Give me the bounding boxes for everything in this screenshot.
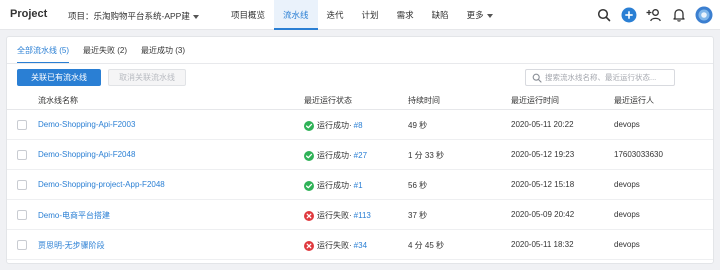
run-number-link[interactable]: #113 — [354, 211, 371, 220]
run-status: 运行失败· #113 — [304, 210, 371, 221]
status-text: 运行失败· — [317, 211, 352, 220]
success-check-icon — [304, 150, 314, 161]
tab-recent-failed[interactable]: 最近失败 (2) — [83, 42, 127, 62]
tab-recent-success[interactable]: 最近成功 (3) — [141, 42, 185, 62]
pipeline-tabs: 全部流水线 (5) 最近失败 (2) 最近成功 (3) — [17, 42, 199, 64]
table-row[interactable]: Demo-Shopping-Api-F2048 运行成功· #27 1 分 33 秒 2… — [7, 141, 713, 170]
last-run-time: 2020-05-09 20:42 — [511, 210, 575, 219]
nav-iteration[interactable]: 迭代 — [318, 0, 353, 30]
duration: 4 分 45 秒 — [408, 241, 445, 250]
run-status: 运行成功· #1 — [304, 180, 363, 191]
table-row[interactable]: Demo-电商平台搭建 运行失败· #113 37 秒 2020-05-09 20:42… — [7, 201, 713, 230]
row-checkbox[interactable] — [17, 120, 27, 130]
app-logo[interactable]: Project — [10, 8, 47, 20]
nav-more-label: 更多 — [466, 10, 484, 20]
pipeline-name-link[interactable]: Demo-Shopping-Api-F2048 — [38, 150, 135, 159]
top-icons — [589, 5, 714, 25]
pipeline-search[interactable] — [525, 69, 675, 86]
last-run-time: 2020-05-11 18:32 — [511, 240, 574, 249]
status-text: 运行成功· — [317, 181, 352, 190]
top-bar: Project 项目：乐淘购物平台系统-APP建 项目概览 流水线 迭代 计划 … — [0, 0, 720, 30]
last-run-time: 2020-05-12 19:23 — [511, 150, 575, 159]
col-pipeline-name[interactable]: 流水线名称 — [38, 95, 78, 106]
status-text: 运行成功· — [317, 121, 352, 130]
pipeline-panel: 全部流水线 (5) 最近失败 (2) 最近成功 (3) 关联已有流水线 取消关联… — [6, 36, 714, 264]
plus-circle-icon[interactable] — [619, 5, 639, 25]
success-check-icon — [304, 180, 314, 191]
duration: 1 分 33 秒 — [408, 151, 445, 160]
nav-plan[interactable]: 计划 — [353, 0, 388, 30]
link-pipeline-button[interactable]: 关联已有流水线 — [17, 69, 101, 86]
table-row[interactable]: 贾思明-无步骤阶段 运行失败· #34 4 分 45 秒 2020-05-11 18:3… — [7, 231, 713, 260]
run-number-link[interactable]: #1 — [354, 181, 363, 190]
row-checkbox[interactable] — [17, 180, 27, 190]
tabs-divider — [7, 63, 713, 64]
run-status: 运行成功· #8 — [304, 120, 363, 131]
bell-icon[interactable] — [669, 5, 689, 25]
table-row[interactable]: Demo-Shopping-Api-F2003 运行成功· #8 49 秒 2020-0… — [7, 111, 713, 140]
table-row[interactable]: Demo-Shopping-project-App-F2048 运行成功· #1 56… — [7, 171, 713, 200]
pipeline-name-link[interactable]: Demo-Shopping-project-App-F2048 — [38, 180, 165, 189]
pipeline-name-link[interactable]: Demo-Shopping-Api-F2003 — [38, 120, 135, 129]
unlink-pipeline-button[interactable]: 取消关联流水线 — [108, 69, 186, 86]
search-input[interactable] — [545, 71, 671, 84]
table-header: 流水线名称 最近运行状态 持续时间 最近运行时间 最近运行人 — [7, 91, 713, 110]
last-run-user: devops — [614, 180, 640, 189]
run-number-link[interactable]: #34 — [354, 241, 367, 250]
chevron-down-icon — [192, 14, 199, 19]
row-checkbox[interactable] — [17, 150, 27, 160]
pipeline-name-link[interactable]: 贾思明-无步骤阶段 — [38, 240, 105, 251]
last-run-user: 17603033630 — [614, 150, 663, 159]
search-icon — [532, 73, 542, 83]
pipeline-name-link[interactable]: Demo-电商平台搭建 — [38, 210, 110, 221]
run-number-link[interactable]: #8 — [354, 121, 363, 130]
row-checkbox[interactable] — [17, 240, 27, 250]
tab-all-pipelines[interactable]: 全部流水线 (5) — [17, 42, 69, 64]
last-run-user: devops — [614, 240, 640, 249]
col-last-run-time[interactable]: 最近运行时间 — [511, 95, 559, 106]
success-check-icon — [304, 120, 314, 131]
nav-defects[interactable]: 缺陷 — [423, 0, 458, 30]
last-run-user: devops — [614, 120, 640, 129]
fail-x-icon — [304, 240, 314, 251]
nav-requirements[interactable]: 需求 — [388, 0, 423, 30]
row-checkbox[interactable] — [17, 210, 27, 220]
duration: 56 秒 — [408, 181, 428, 190]
last-run-user: devops — [614, 210, 640, 219]
duration: 37 秒 — [408, 211, 428, 220]
avatar[interactable] — [694, 5, 714, 25]
nav-pipeline[interactable]: 流水线 — [274, 0, 318, 30]
search-icon[interactable] — [594, 5, 614, 25]
fail-x-icon — [304, 210, 314, 221]
nav-more[interactable]: 更多 — [458, 0, 502, 30]
run-status: 运行失败· #34 — [304, 240, 367, 251]
run-status: 运行成功· #27 — [304, 150, 367, 161]
col-last-run-user[interactable]: 最近运行人 — [614, 95, 654, 106]
status-text: 运行成功· — [317, 151, 352, 160]
project-selector-label: 项目：乐淘购物平台系统-APP建 — [68, 11, 190, 21]
status-text: 运行失败· — [317, 241, 352, 250]
last-run-time: 2020-05-12 15:18 — [511, 180, 575, 189]
run-number-link[interactable]: #27 — [354, 151, 367, 160]
add-user-icon[interactable] — [644, 5, 664, 25]
last-run-time: 2020-05-11 20:22 — [511, 120, 574, 129]
col-duration[interactable]: 持续时间 — [408, 95, 440, 106]
chevron-down-icon — [486, 13, 493, 18]
duration: 49 秒 — [408, 121, 428, 130]
nav-overview[interactable]: 项目概览 — [222, 0, 274, 30]
main-nav: 项目概览 流水线 迭代 计划 需求 缺陷 更多 — [222, 0, 502, 30]
col-last-run-status[interactable]: 最近运行状态 — [304, 95, 352, 106]
project-selector[interactable]: 项目：乐淘购物平台系统-APP建 — [68, 10, 199, 22]
